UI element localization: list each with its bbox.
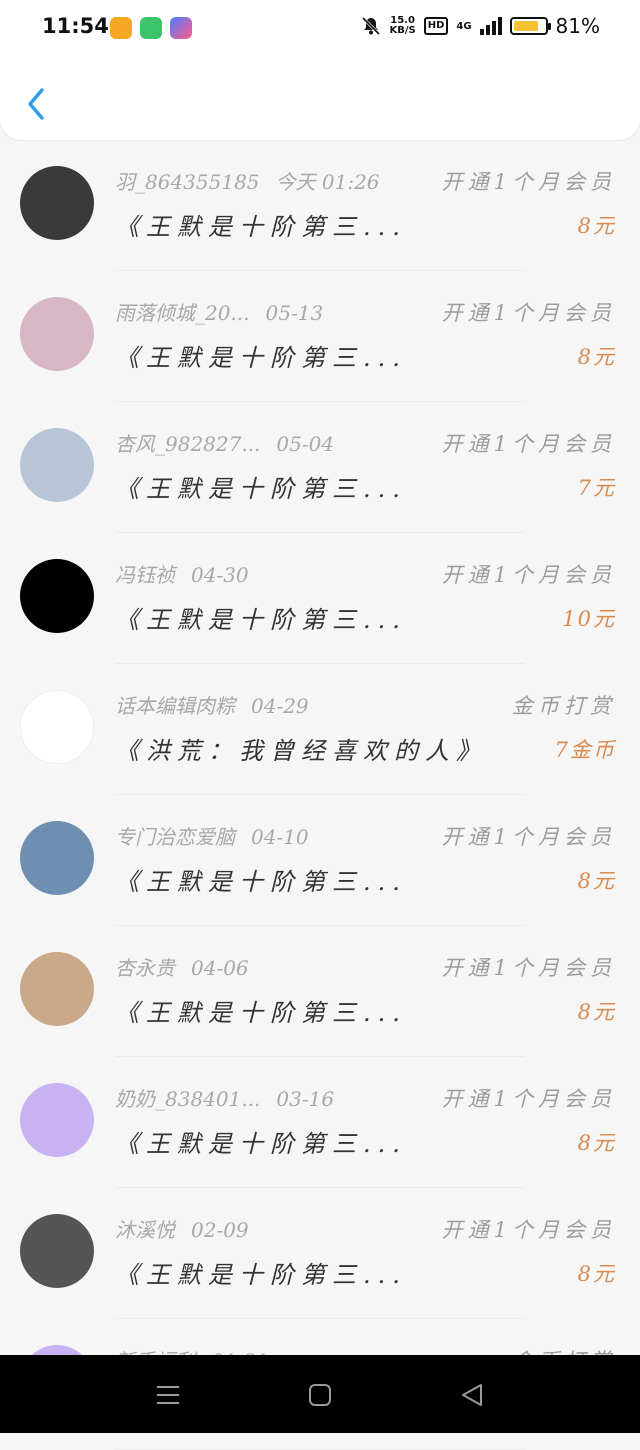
book-title: 《洪荒：我曾经喜欢的人》 xyxy=(115,737,487,765)
book-title: 《王默是十阶第三... xyxy=(115,1261,407,1289)
avatar[interactable] xyxy=(20,297,94,371)
record-amount: 8元 xyxy=(577,869,616,893)
user-name: 沐溪悦 xyxy=(115,1218,175,1242)
list-item[interactable]: 杏永贵 04-06 开通1个月会员《王默是十阶第三... 8元 xyxy=(0,926,640,1057)
battery-fill xyxy=(513,21,538,31)
book-title: 《王默是十阶第三... xyxy=(115,475,407,503)
record-date: 今天 01:26 xyxy=(275,170,380,194)
record-amount: 8元 xyxy=(577,1131,616,1155)
user-line: 沐溪悦 02-09 xyxy=(115,1214,435,1243)
status-time: 11:54 xyxy=(42,14,109,38)
user-name: 杏永贵 xyxy=(115,956,175,980)
status-bar: 11:54 15.0 KB/S HD 4G 81% xyxy=(0,0,640,58)
book-title: 《王默是十阶第三... xyxy=(115,344,407,372)
network-speed: 15.0 KB/S xyxy=(389,15,416,36)
record-amount: 10元 xyxy=(562,607,616,631)
record-type: 开通1个月会员 xyxy=(441,563,616,587)
user-line: 话本编辑肉粽 04-29 xyxy=(115,690,435,719)
record-date: 02-09 xyxy=(191,1218,249,1242)
record-amount: 8元 xyxy=(577,1262,616,1286)
record-date: 05-13 xyxy=(265,301,324,325)
user-name: 专门治恋爱脑 xyxy=(115,825,235,849)
user-line: 杏永贵 04-06 xyxy=(115,952,435,981)
chevron-left-icon[interactable] xyxy=(22,86,52,122)
book-title: 《王默是十阶第三... xyxy=(115,606,407,634)
user-line: 专门治恋爱脑 04-10 xyxy=(115,821,435,850)
system-nav-bar xyxy=(0,1355,640,1433)
record-type: 开通1个月会员 xyxy=(441,1218,616,1242)
home-icon[interactable] xyxy=(306,1381,334,1409)
status-right: 15.0 KB/S HD 4G 81% xyxy=(361,14,600,38)
battery-percent: 81% xyxy=(555,14,600,38)
menu-icon[interactable] xyxy=(154,1381,182,1409)
record-type: 开通1个月会员 xyxy=(441,170,616,194)
record-type: 开通1个月会员 xyxy=(441,956,616,980)
user-line: 奶奶_838401... 03-16 xyxy=(115,1083,435,1112)
book-title: 《王默是十阶第三... xyxy=(115,1130,407,1158)
record-date: 04-29 xyxy=(251,694,309,718)
record-type: 开通1个月会员 xyxy=(441,301,616,325)
user-name: 羽_864355185 xyxy=(115,170,260,194)
signal-icon xyxy=(479,17,502,35)
record-date: 04-06 xyxy=(191,956,249,980)
record-date: 04-30 xyxy=(191,563,249,587)
list-item[interactable]: 话本编辑肉粽 04-29 金币打赏《洪荒：我曾经喜欢的人》 7金币 xyxy=(0,664,640,795)
back-triangle-icon[interactable] xyxy=(458,1381,486,1409)
avatar[interactable] xyxy=(20,428,94,502)
book-title: 《王默是十阶第三... xyxy=(115,999,407,1027)
avatar[interactable] xyxy=(20,690,94,764)
record-date: 05-04 xyxy=(276,432,335,456)
record-type: 开通1个月会员 xyxy=(441,825,616,849)
record-amount: 8元 xyxy=(577,345,616,369)
record-amount: 7元 xyxy=(577,476,616,500)
messages-icon xyxy=(140,17,162,39)
record-amount: 8元 xyxy=(577,214,616,238)
bell-muted-icon xyxy=(362,16,381,36)
hd-badge: HD xyxy=(423,17,449,35)
record-amount: 7金币 xyxy=(554,738,616,762)
record-date: 03-16 xyxy=(276,1087,335,1111)
list-item[interactable]: 沐溪悦 02-09 开通1个月会员《王默是十阶第三... 8元 xyxy=(0,1188,640,1319)
list-item[interactable]: 羽_864355185 今天 01:26 开通1个月会员《王默是十阶第三... 8元 xyxy=(0,140,640,271)
record-date: 04-10 xyxy=(251,825,309,849)
avatar[interactable] xyxy=(20,1083,94,1157)
list-item[interactable]: 雨落倾城_20... 05-13 开通1个月会员《王默是十阶第三... 8元 xyxy=(0,271,640,402)
record-type: 开通1个月会员 xyxy=(441,432,616,456)
book-title: 《王默是十阶第三... xyxy=(115,868,407,896)
user-name: 冯钰祯 xyxy=(115,563,175,587)
avatar[interactable] xyxy=(20,559,94,633)
avatar[interactable] xyxy=(20,821,94,895)
list-item[interactable]: 杏风_982827... 05-04 开通1个月会员《王默是十阶第三... 7元 xyxy=(0,402,640,533)
network-type: 4G xyxy=(456,20,472,32)
battery-icon xyxy=(509,17,551,35)
user-name: 奶奶_838401... xyxy=(115,1087,261,1111)
user-line: 杏风_982827... 05-04 xyxy=(115,428,435,457)
record-list: 羽_864355185 今天 01:26 开通1个月会员 《王默是十阶第三... 8元雨… xyxy=(0,140,640,1450)
record-amount: 8元 xyxy=(577,1000,616,1024)
avatar[interactable] xyxy=(20,166,94,240)
user-name: 杏风_982827... xyxy=(115,432,261,456)
user-line: 雨落倾城_20... 05-13 xyxy=(115,297,435,326)
header xyxy=(0,58,640,140)
list-item[interactable]: 专门治恋爱脑 04-10 开通1个月会员《王默是十阶第三... 8元 xyxy=(0,795,640,926)
user-name: 话本编辑肉粽 xyxy=(115,694,235,718)
list-item[interactable]: 奶奶_838401... 03-16 开通1个月会员《王默是十阶第三... 8元 xyxy=(0,1057,640,1188)
avatar[interactable] xyxy=(20,952,94,1026)
user-name: 雨落倾城_20... xyxy=(115,301,250,325)
weibo-icon xyxy=(110,17,132,39)
shortcut-icon xyxy=(170,17,192,39)
record-type: 金币打赏 xyxy=(512,694,616,718)
status-app-icons xyxy=(110,17,192,39)
avatar[interactable] xyxy=(20,1214,94,1288)
record-type: 开通1个月会员 xyxy=(441,1087,616,1111)
book-title: 《王默是十阶第三... xyxy=(115,213,407,241)
list-item[interactable]: 冯钰祯 04-30 开通1个月会员《王默是十阶第三... 10元 xyxy=(0,533,640,664)
user-line: 冯钰祯 04-30 xyxy=(115,559,435,588)
user-line: 羽_864355185 今天 01:26 xyxy=(115,166,435,195)
